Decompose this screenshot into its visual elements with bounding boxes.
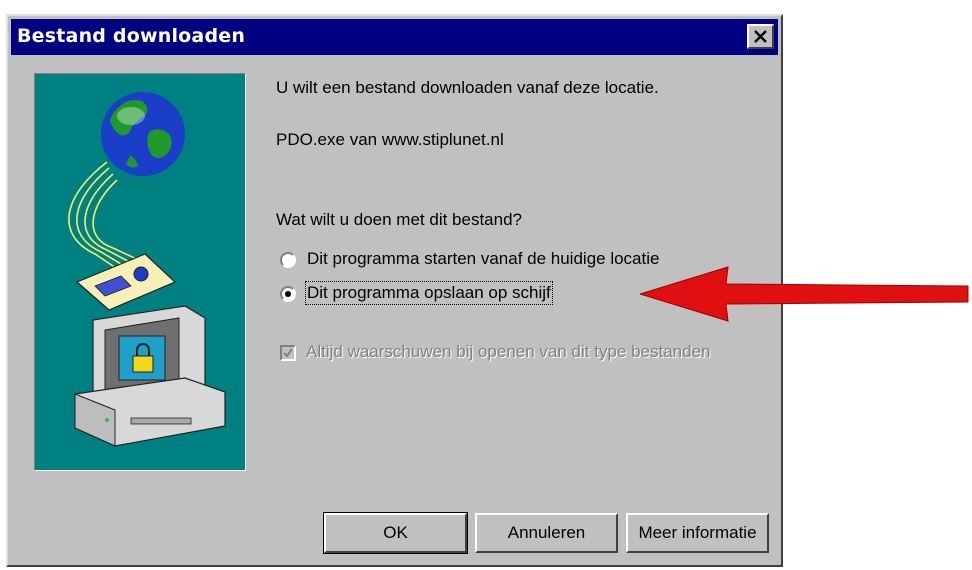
file-icon xyxy=(75,253,177,311)
download-illustration xyxy=(34,73,246,471)
question-text: Wat wilt u doen met dit bestand? xyxy=(276,210,523,229)
globe-icon xyxy=(101,92,185,176)
download-message: U wilt een bestand downloaden vanaf deze… xyxy=(276,78,659,97)
radio-button[interactable] xyxy=(280,286,296,302)
red-arrow-icon xyxy=(640,266,969,322)
file-source-text: PDO.exe van www.stiplunet.nl xyxy=(276,130,504,149)
radio-label-save[interactable]: Dit programma opslaan op schijf xyxy=(305,281,553,305)
ok-button[interactable]: OK xyxy=(323,512,468,554)
dialog-title: Bestand downloaden xyxy=(17,25,246,47)
more-info-button[interactable]: Meer informatie xyxy=(626,513,769,553)
checkbox-box[interactable] xyxy=(280,345,296,361)
radio-label-run[interactable]: Dit programma starten vanaf de huidige l… xyxy=(307,249,659,269)
cancel-button[interactable]: Annuleren xyxy=(475,513,618,553)
computer-lock-icon xyxy=(74,305,226,447)
radio-dot xyxy=(285,291,291,297)
checkmark-icon xyxy=(283,348,293,358)
close-icon xyxy=(754,30,767,43)
close-button[interactable] xyxy=(747,24,774,49)
radio-button[interactable] xyxy=(280,252,296,268)
title-bar[interactable]: Bestand downloaden xyxy=(11,19,778,55)
checkbox-label[interactable]: Altijd waarschuwen bij openen van dit ty… xyxy=(306,342,711,362)
